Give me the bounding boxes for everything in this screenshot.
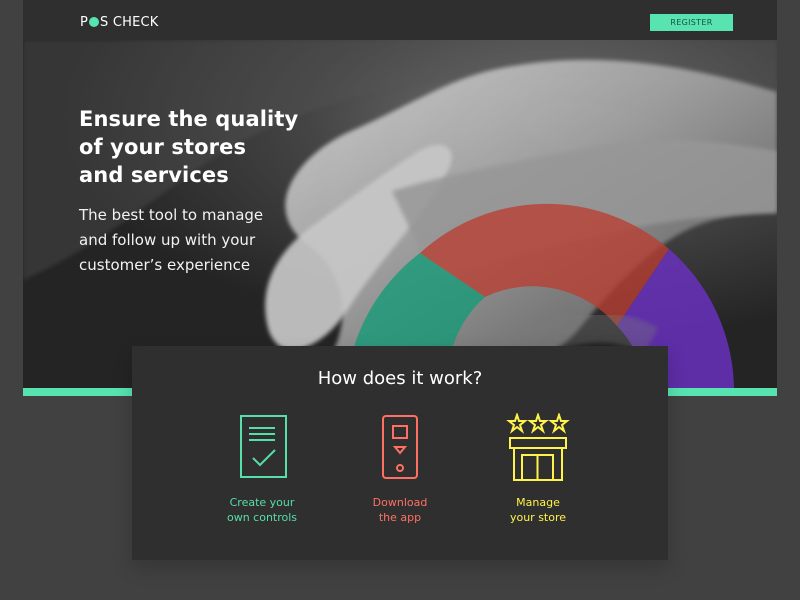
hero-subtitle-line-1: The best tool to manage [79,206,264,224]
feature-create-controls-line-1: Create your [229,496,295,509]
hero-subtitle: The best tool to manage and follow up wi… [79,203,304,278]
feature-manage-store-line-2: your store [509,511,567,524]
hero-subtitle-line-2: and follow up with your [79,231,256,249]
logo-text-end: S CHECK [100,14,159,30]
feature-manage-store: Manage your store [478,413,598,531]
mobile-download-icon [382,415,418,479]
feature-download-app-label: Download the app [340,495,460,525]
store-rating-icon [506,413,570,481]
feature-create-controls-line-2: own controls [226,511,298,524]
hero-title-line-2: of your stores [79,135,247,159]
hero-section: Ensure the quality of your stores and se… [23,40,777,388]
landing-frame: P S CHECK REGISTER Ensure the quality of… [23,0,777,396]
logo-text-start: P [80,14,89,30]
feature-manage-store-line-1: Manage [516,496,560,509]
landing-page: P S CHECK REGISTER Ensure the quality of… [0,0,800,600]
hero-title: Ensure the quality of your stores and se… [79,105,329,189]
feature-download-app-line-1: Download [372,496,428,509]
top-navigation: P S CHECK REGISTER [23,0,777,40]
feature-download-app: Download the app [340,413,460,531]
how-it-works-heading: How does it work? [317,368,483,389]
logo-dot-icon [89,17,100,27]
pos-check-logo[interactable]: P S CHECK [80,13,159,31]
feature-manage-store-label: Manage your store [478,495,598,525]
feature-create-controls: Create your own controls [202,413,322,531]
hero-title-line-1: Ensure the quality [79,107,299,131]
feature-download-app-line-2: the app [378,511,422,524]
hero-subtitle-line-3: customer’s experience [79,256,251,274]
register-button[interactable]: REGISTER [650,14,733,31]
how-it-works-card: How does it work? Create your own contro… [132,346,668,560]
feature-create-controls-label: Create your own controls [202,495,322,525]
hero-title-line-3: and services [79,163,229,187]
document-check-icon [240,415,287,478]
